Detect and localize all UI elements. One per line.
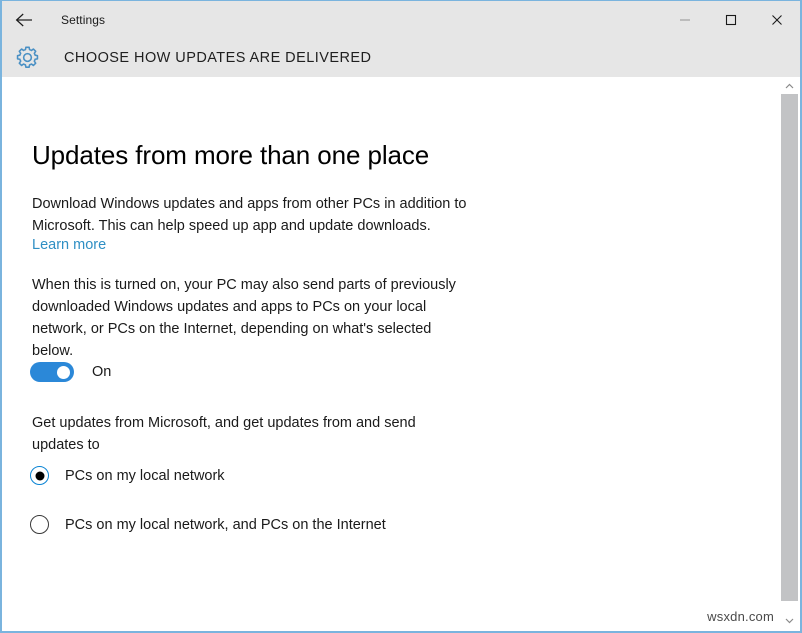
back-arrow-glyph xyxy=(15,13,32,26)
section-heading: Updates from more than one place xyxy=(32,140,430,170)
radio-selected-icon xyxy=(30,466,49,485)
radio-unselected-icon xyxy=(30,515,49,534)
maximize-icon xyxy=(725,14,737,25)
close-icon xyxy=(772,14,782,25)
title-bar: Settings xyxy=(2,1,800,38)
radio-group-label: Get updates from Microsoft, and get upda… xyxy=(32,415,416,453)
gear-icon xyxy=(4,45,50,70)
settings-content: Updates from more than one place Downloa… xyxy=(4,77,798,629)
window-title: Settings xyxy=(61,12,106,27)
minimize-button[interactable] xyxy=(662,1,708,38)
radio-option-label: PCs on my local network, and PCs on the … xyxy=(65,516,386,533)
radio-option-local-network[interactable]: PCs on my local network xyxy=(30,466,225,485)
vertical-scrollbar[interactable] xyxy=(781,77,798,629)
chevron-up-icon xyxy=(785,83,794,88)
delivery-optimization-toggle-row: On xyxy=(30,362,111,382)
site-watermark: wsxdn.com xyxy=(707,609,774,624)
chevron-down-icon xyxy=(785,618,794,623)
maximize-button[interactable] xyxy=(708,1,754,38)
scrollbar-thumb[interactable] xyxy=(781,94,798,601)
description-paragraph-2: When this is turned on, your PC may also… xyxy=(32,277,456,359)
gear-icon-glyph xyxy=(16,46,38,68)
page-title: CHOOSE HOW UPDATES ARE DELIVERED xyxy=(64,49,372,66)
toggle-state-label: On xyxy=(92,364,112,380)
back-arrow-icon[interactable] xyxy=(2,1,48,38)
close-button[interactable] xyxy=(754,1,800,38)
scroll-up-button[interactable] xyxy=(781,77,798,94)
delivery-optimization-toggle[interactable] xyxy=(30,362,74,382)
minimize-icon xyxy=(680,18,690,21)
radio-option-local-and-internet[interactable]: PCs on my local network, and PCs on the … xyxy=(30,515,386,534)
learn-more-link[interactable]: Learn more xyxy=(32,237,106,253)
toggle-knob xyxy=(57,365,70,379)
scroll-down-button[interactable] xyxy=(781,612,798,629)
window-controls xyxy=(662,1,800,38)
description-paragraph-1: Download Windows updates and apps from o… xyxy=(32,196,467,234)
radio-option-label: PCs on my local network xyxy=(65,467,225,484)
page-header: CHOOSE HOW UPDATES ARE DELIVERED xyxy=(2,38,800,77)
settings-window: Settings CHOOSE HOW UPDATES ARE DELIVERE… xyxy=(0,0,802,633)
